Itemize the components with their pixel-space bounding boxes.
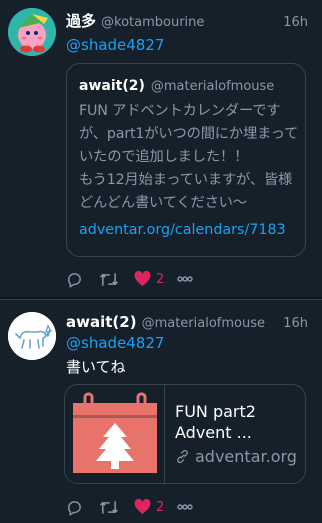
- more-icon: [177, 276, 193, 282]
- reply-icon: [67, 500, 81, 516]
- reply-button[interactable]: [64, 268, 84, 290]
- user-handle[interactable]: @kotambourine: [101, 15, 283, 30]
- reply-mention[interactable]: @shade4827: [66, 334, 164, 352]
- card-title: FUN part2 Advent ...: [175, 402, 256, 442]
- display-name[interactable]: 過多: [66, 10, 96, 31]
- more-button[interactable]: [176, 268, 194, 290]
- timestamp[interactable]: 16h: [283, 15, 308, 30]
- quote-header: await(2) @materialofmouse: [79, 78, 274, 94]
- tweet-header: await(2) @materialofmouse 16h: [66, 313, 308, 331]
- tweet[interactable]: await(2) @materialofmouse 16h @shade4827…: [0, 300, 322, 523]
- retweet-icon: [99, 500, 119, 514]
- heart-icon: [134, 271, 151, 287]
- quote-link[interactable]: adventar.org/calendars/7183: [79, 222, 286, 238]
- timestamp[interactable]: 16h: [283, 316, 308, 331]
- quote-text: FUN アドベントカレンダーですが、part1がいつの間にか埋まっていたので追加…: [79, 103, 299, 211]
- link-card[interactable]: FUN part2 Advent ... adventar.org: [64, 384, 306, 484]
- tweet-text: 書いてね: [66, 358, 126, 376]
- link-icon: [177, 449, 188, 464]
- tweet-actions: 2: [64, 268, 194, 290]
- avatar[interactable]: [8, 8, 56, 56]
- tweet[interactable]: 過多 @kotambourine 16h @shade4827 await(2)…: [0, 0, 322, 298]
- quote-display-name: await(2): [79, 78, 145, 94]
- calendar-tree-icon: [73, 392, 157, 473]
- like-count: 2: [156, 271, 165, 287]
- display-name[interactable]: await(2): [66, 313, 137, 331]
- heart-icon: [134, 499, 151, 515]
- like-count: 2: [156, 499, 165, 515]
- tweet-header: 過多 @kotambourine 16h: [66, 10, 308, 31]
- avatar[interactable]: [8, 312, 56, 360]
- avatar-image: [8, 312, 56, 360]
- more-icon: [177, 504, 193, 510]
- reply-button[interactable]: [64, 496, 84, 518]
- user-handle[interactable]: @materialofmouse: [142, 316, 284, 331]
- reply-mention[interactable]: @shade4827: [66, 36, 164, 54]
- card-text: FUN part2 Advent ... adventar.org: [165, 385, 305, 483]
- card-domain-label: adventar.org: [195, 447, 297, 466]
- avatar-image: [8, 8, 56, 56]
- like-button[interactable]: 2: [134, 496, 164, 518]
- quote-handle: @materialofmouse: [150, 79, 275, 94]
- retweet-icon: [99, 272, 119, 286]
- retweet-button[interactable]: [98, 268, 120, 290]
- like-button[interactable]: 2: [134, 268, 164, 290]
- card-domain: adventar.org: [175, 447, 305, 466]
- card-image: [65, 385, 165, 483]
- quoted-tweet[interactable]: await(2) @materialofmouse FUN アドベントカレンダー…: [66, 63, 306, 257]
- reply-icon: [67, 272, 81, 288]
- more-button[interactable]: [176, 496, 194, 518]
- tweet-actions: 2: [64, 496, 194, 518]
- retweet-button[interactable]: [98, 496, 120, 518]
